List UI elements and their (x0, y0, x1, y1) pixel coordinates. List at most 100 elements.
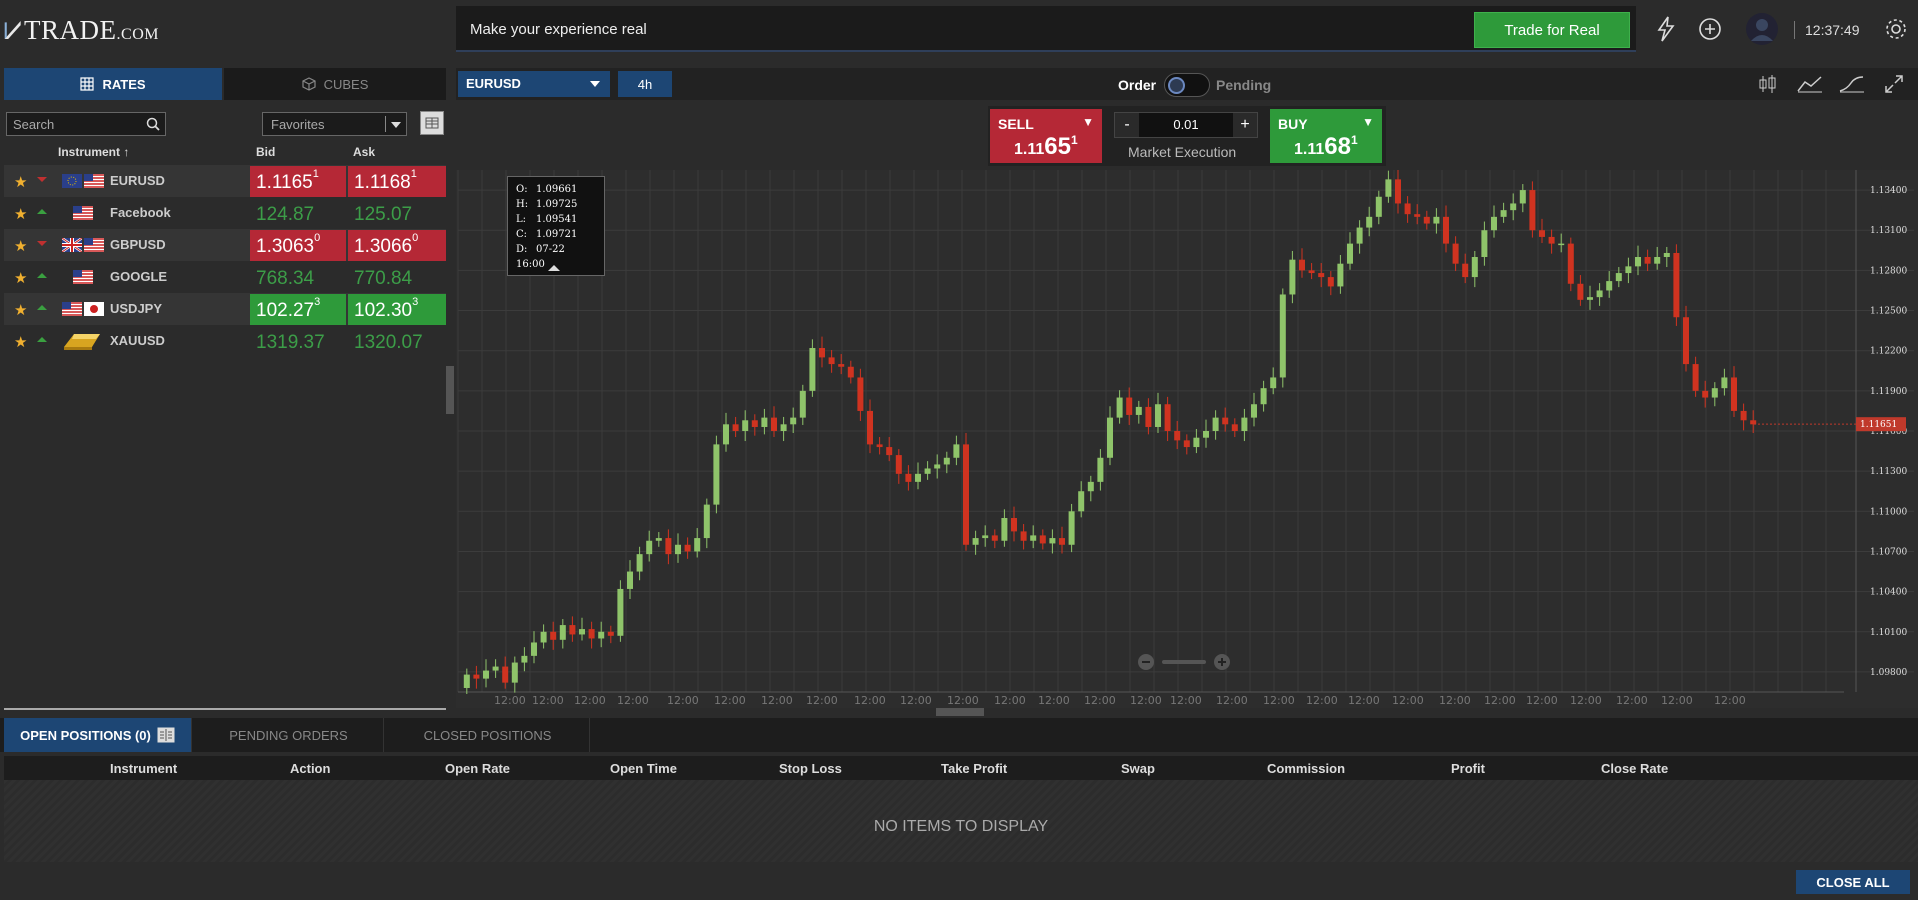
x-tick-label: 12:00 (1084, 694, 1116, 707)
candle-body (1231, 424, 1238, 431)
candle-body (1059, 538, 1065, 545)
candle-body (732, 424, 739, 431)
buy-button[interactable]: BUY ▼ 1.11681 (1270, 109, 1382, 163)
trade-for-real-button[interactable]: Trade for Real (1474, 12, 1630, 48)
tab-rates-label: RATES (102, 76, 146, 92)
instrument-row-xauusd[interactable]: ★ XAUUSD 1319.37 1320.07 (4, 325, 446, 357)
instrument-row-gbpusd[interactable]: ★ GBPUSD 1.30630 1.30660 (4, 229, 446, 261)
candle-body (1279, 294, 1286, 378)
line-chart-icon[interactable] (1792, 72, 1828, 96)
bid-price[interactable]: 768.34 (250, 262, 346, 293)
instrument-row-eurusd[interactable]: ★ EURUSD 1.11651 1.11681 (4, 165, 446, 197)
favorites-select[interactable]: Favorites (262, 112, 407, 136)
lot-minus-button[interactable]: - (1115, 113, 1139, 137)
candle-body (531, 642, 537, 656)
star-icon[interactable]: ★ (14, 333, 27, 351)
tab-closed-positions[interactable]: CLOSED POSITIONS (386, 718, 590, 752)
candle-body (1433, 216, 1440, 224)
plus-circle-icon[interactable] (1694, 12, 1726, 46)
tab-open-label: OPEN POSITIONS (0) (20, 727, 151, 743)
ask-price[interactable]: 125.07 (348, 198, 446, 229)
symbol-select[interactable]: EURUSD (458, 71, 610, 97)
flag-us-icon (73, 270, 93, 284)
ask-price[interactable]: 102.303 (348, 294, 446, 325)
ohlc-open: 1.09661 (536, 184, 578, 195)
lot-stepper[interactable]: - 0.01 + (1114, 112, 1258, 138)
y-tick-label: 1.11900 (1870, 387, 1907, 397)
chevron-up-icon[interactable] (547, 264, 561, 272)
y-tick-label: 1.10400 (1870, 588, 1907, 598)
indicator-icon[interactable] (1834, 72, 1870, 96)
instrument-row-usdjpy[interactable]: ★ USDJPY 102.273 102.303 (4, 293, 446, 325)
bid-price[interactable]: 1319.37 (250, 326, 346, 357)
layout-toggle-button[interactable] (420, 111, 444, 135)
star-icon[interactable]: ★ (14, 301, 27, 319)
candle-body (1183, 440, 1190, 448)
bid-price[interactable]: 102.273 (250, 294, 346, 325)
x-tick-label: 12:00 (761, 694, 793, 707)
candle-body (1711, 388, 1718, 398)
price-chart[interactable]: 1.13400 1.13100 1.12800 1.12500 1.12200 1.119… (456, 170, 1918, 708)
candle-body (799, 390, 806, 418)
candle-body (1299, 259, 1305, 271)
candle-body (1087, 481, 1094, 492)
flag-us-icon (84, 174, 104, 188)
tab-open-positions[interactable]: OPEN POSITIONS (0) (4, 718, 192, 752)
tab-pending-orders[interactable]: PENDING ORDERS (194, 718, 384, 752)
candle-body (1625, 266, 1632, 274)
user-avatar-icon[interactable] (1744, 12, 1780, 46)
col-instrument[interactable]: Instrument ↑ (58, 145, 129, 159)
candle-body (1212, 417, 1219, 431)
tab-cubes[interactable]: CUBES (224, 68, 446, 100)
lot-plus-button[interactable]: + (1233, 113, 1257, 137)
chart-resize-handle[interactable] (936, 708, 984, 716)
lightning-icon[interactable] (1650, 12, 1682, 46)
col-ask[interactable]: Ask (353, 145, 375, 159)
ohlc-close: 1.09721 (536, 229, 578, 240)
candle-body (1558, 243, 1565, 246)
candlestick-icon[interactable] (1750, 72, 1786, 96)
candle-body (607, 631, 614, 636)
timeframe-button[interactable]: 4h (618, 71, 672, 97)
search-input[interactable]: Search (6, 112, 166, 136)
tab-rates[interactable]: RATES (4, 68, 222, 100)
star-icon[interactable]: ★ (14, 237, 27, 255)
positions-table-header: Instrument Action Open Rate Open Time Stop L… (4, 756, 1918, 780)
candle-body (1126, 397, 1133, 415)
candle-body (473, 674, 480, 679)
gear-icon[interactable] (1880, 12, 1912, 46)
instrument-row-google[interactable]: ★ GOOGLE 768.34 770.84 (4, 261, 446, 293)
lot-value[interactable]: 0.01 (1139, 117, 1233, 132)
order-pending-toggle[interactable] (1164, 73, 1210, 97)
star-icon[interactable]: ★ (14, 269, 27, 287)
instrument-row-facebook[interactable]: ★ Facebook 124.87 125.07 (4, 197, 446, 229)
candle-body (809, 348, 816, 391)
ask-price[interactable]: 1320.07 (348, 326, 446, 357)
symbol-value: EURUSD (466, 76, 521, 91)
fullscreen-icon[interactable] (1876, 72, 1912, 96)
bid-price[interactable]: 124.87 (250, 198, 346, 229)
candle-body (1500, 210, 1507, 217)
col-bid[interactable]: Bid (256, 145, 275, 159)
candle-body (540, 631, 547, 643)
bid-price[interactable]: 1.30630 (250, 230, 346, 261)
sell-button[interactable]: SELL ▼ 1.11651 (990, 109, 1102, 163)
columns-icon[interactable] (157, 727, 175, 743)
zoom-in-icon[interactable] (1212, 652, 1232, 672)
ask-price[interactable]: 1.30660 (348, 230, 446, 261)
zoom-out-icon[interactable] (1136, 652, 1156, 672)
zoom-slider[interactable] (1162, 660, 1206, 664)
candle-body (1539, 230, 1545, 237)
star-icon[interactable]: ★ (14, 205, 27, 223)
sell-price: 1.11651 (1014, 133, 1078, 160)
ask-price[interactable]: 770.84 (348, 262, 446, 293)
star-icon[interactable]: ★ (14, 173, 27, 191)
execution-type: Market Execution (1128, 144, 1237, 160)
candle-body (934, 464, 941, 469)
bid-price[interactable]: 1.11651 (250, 166, 346, 197)
panel-resize-handle[interactable] (446, 366, 454, 414)
candle-body (579, 629, 585, 635)
ask-price[interactable]: 1.11681 (348, 166, 446, 197)
candle-body (1289, 259, 1296, 295)
close-all-button[interactable]: CLOSE ALL (1796, 870, 1910, 894)
